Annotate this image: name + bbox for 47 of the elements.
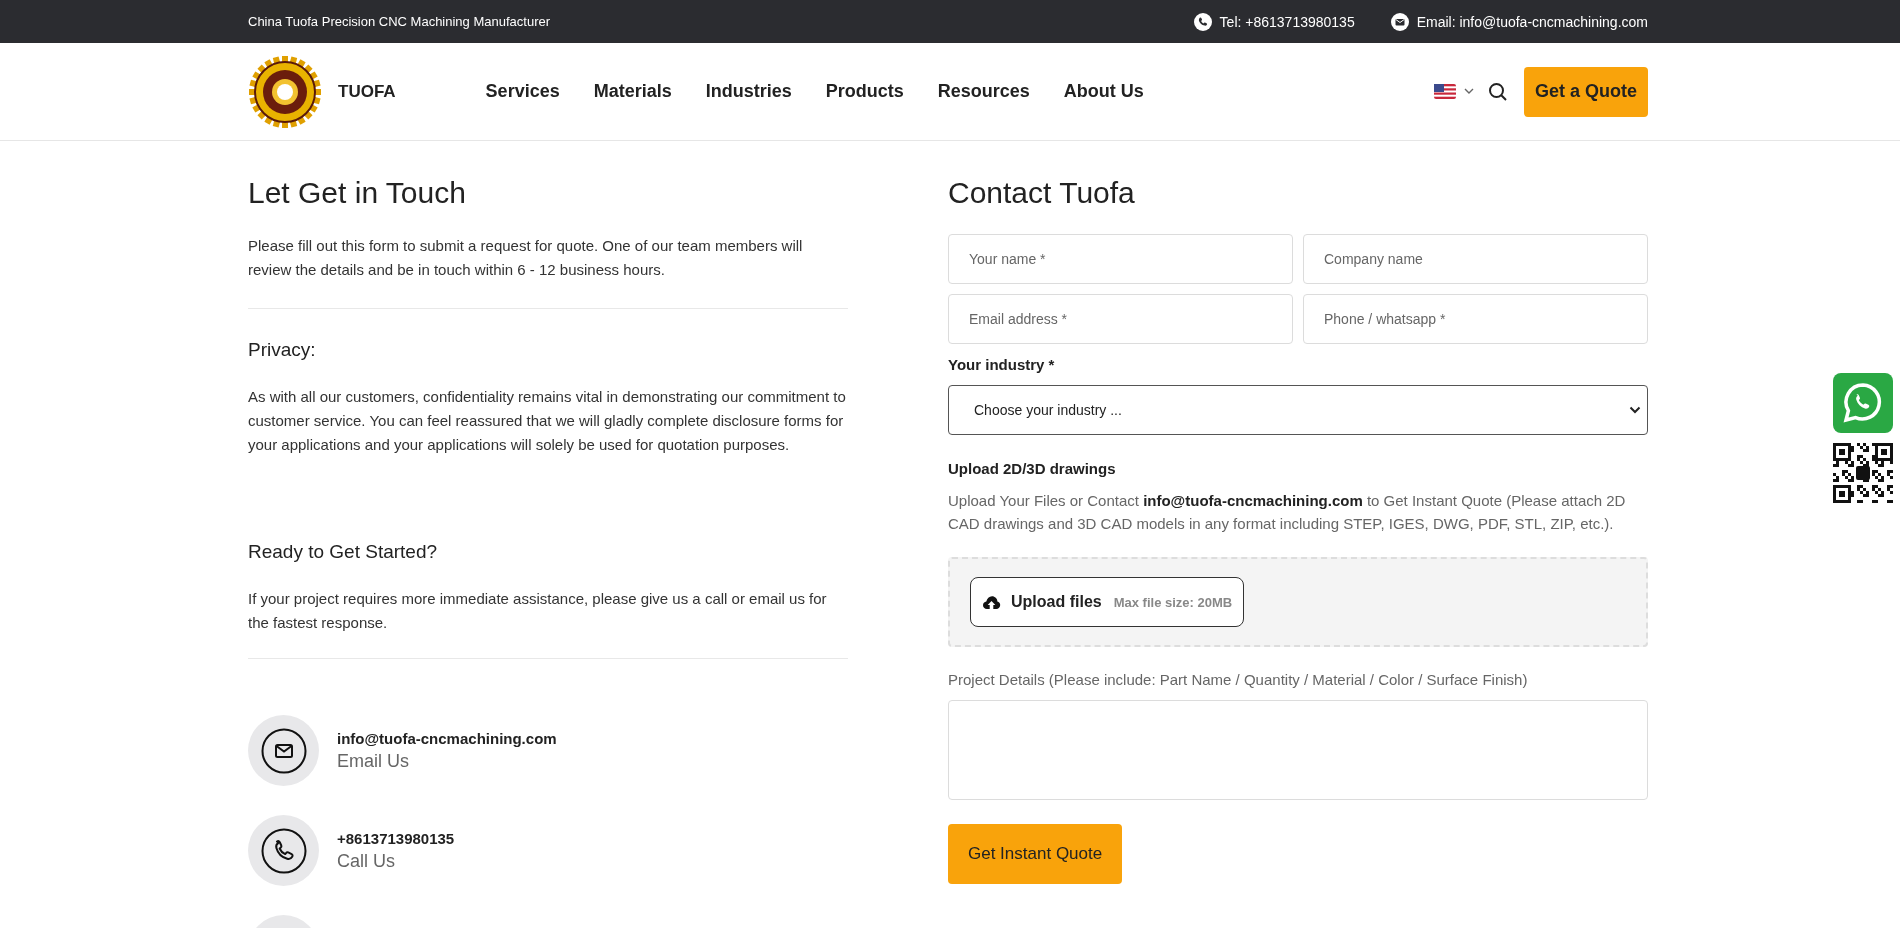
envelope-icon xyxy=(260,727,307,774)
submit-button[interactable]: Get Instant Quote xyxy=(948,824,1123,884)
chevron-down-icon[interactable] xyxy=(1464,88,1474,95)
email-link[interactable]: Email: info@tuofa-cncmachining.com xyxy=(1416,13,1648,30)
industry-dropdown[interactable]: Choose your industry ... xyxy=(948,385,1648,435)
contact-value[interactable]: +8613713980135 xyxy=(337,829,455,847)
section-paragraph: If your project requires more immediate assistance, please give us a call or email us for the fastest response. xyxy=(248,589,828,633)
field-label: Project Details (Please include: Part Name / Quantity / Material / Color / Surface Finish) xyxy=(948,671,1529,688)
text-input-field[interactable]: Email address * xyxy=(948,294,1293,344)
flag-icon[interactable] xyxy=(1434,84,1456,99)
upload-instructions: Upload Your Files or Contact info@tuofa-cncmachining.com to Get Instant Quote (Please attach 2D CAD drawings and 3D CAD models in any format including STEP, IGES, DWG, PDF, STL, ZIP, etc.). xyxy=(948,491,1627,534)
chevron-down-icon xyxy=(1629,406,1641,414)
section-paragraph: As with all our customers, confidentiality remains vital in demonstrating our commitment to customer service. You can feel reassured that we will gladly complete disclosure forms for your applications and your applications will solely be used for quotation purposes. xyxy=(248,387,847,455)
nav-link[interactable]: Resources xyxy=(937,81,1030,102)
form-title: Contact Tuofa xyxy=(948,176,1136,210)
contact-label: Email Us xyxy=(337,750,410,772)
section-title: Let Get in Touch xyxy=(248,176,467,210)
phone-icon xyxy=(1193,12,1212,31)
email-icon xyxy=(1390,12,1409,31)
section-heading: Ready to Get Started? xyxy=(248,541,439,563)
contact-value[interactable]: info@tuofa-cncmachining.com xyxy=(337,729,557,747)
search-icon[interactable] xyxy=(1488,81,1508,102)
nav-link[interactable]: Services xyxy=(485,81,560,102)
get-quote-button[interactable]: Get a Quote xyxy=(1524,66,1648,117)
project-details-field[interactable] xyxy=(948,700,1648,800)
chat-bubble-icon[interactable] xyxy=(1833,373,1893,433)
phone-link[interactable]: Tel: +8613713980135 xyxy=(1219,13,1355,30)
gear-logo-icon[interactable] xyxy=(248,54,322,129)
upload-heading: Upload 2D/3D drawings xyxy=(948,460,1117,477)
text-input-field[interactable]: Company name xyxy=(1303,234,1648,284)
company-tagline: China Tuofa Precision CNC Machining Manufacturer xyxy=(248,14,551,29)
cloud-upload-icon xyxy=(982,594,1001,610)
file-drop-zone[interactable]: Upload files Max file size: 20MB xyxy=(948,557,1648,647)
brand-name[interactable]: TUOFA xyxy=(338,81,396,102)
section-heading: Privacy: xyxy=(248,339,317,361)
text-input-field[interactable]: Your name * xyxy=(948,234,1293,284)
qr-code xyxy=(1833,443,1893,503)
contact-label: Call Us xyxy=(337,850,396,872)
upload-files-button[interactable]: Upload files Max file size: 20MB xyxy=(970,577,1245,627)
field-label: Your industry * xyxy=(948,356,1056,373)
text-input-field[interactable]: Phone / whatsapp * xyxy=(1303,294,1648,344)
nav-link[interactable]: Products xyxy=(825,81,904,102)
nav-link[interactable]: Industries xyxy=(705,81,792,102)
nav-link[interactable]: Materials xyxy=(593,81,672,102)
phone-icon xyxy=(260,827,307,874)
nav-link[interactable]: About Us xyxy=(1063,81,1144,102)
intro-paragraph: Please fill out this form to submit a request for quote. One of our team members will review the details and be in touch within 6 - 12 business hours. xyxy=(248,236,804,280)
